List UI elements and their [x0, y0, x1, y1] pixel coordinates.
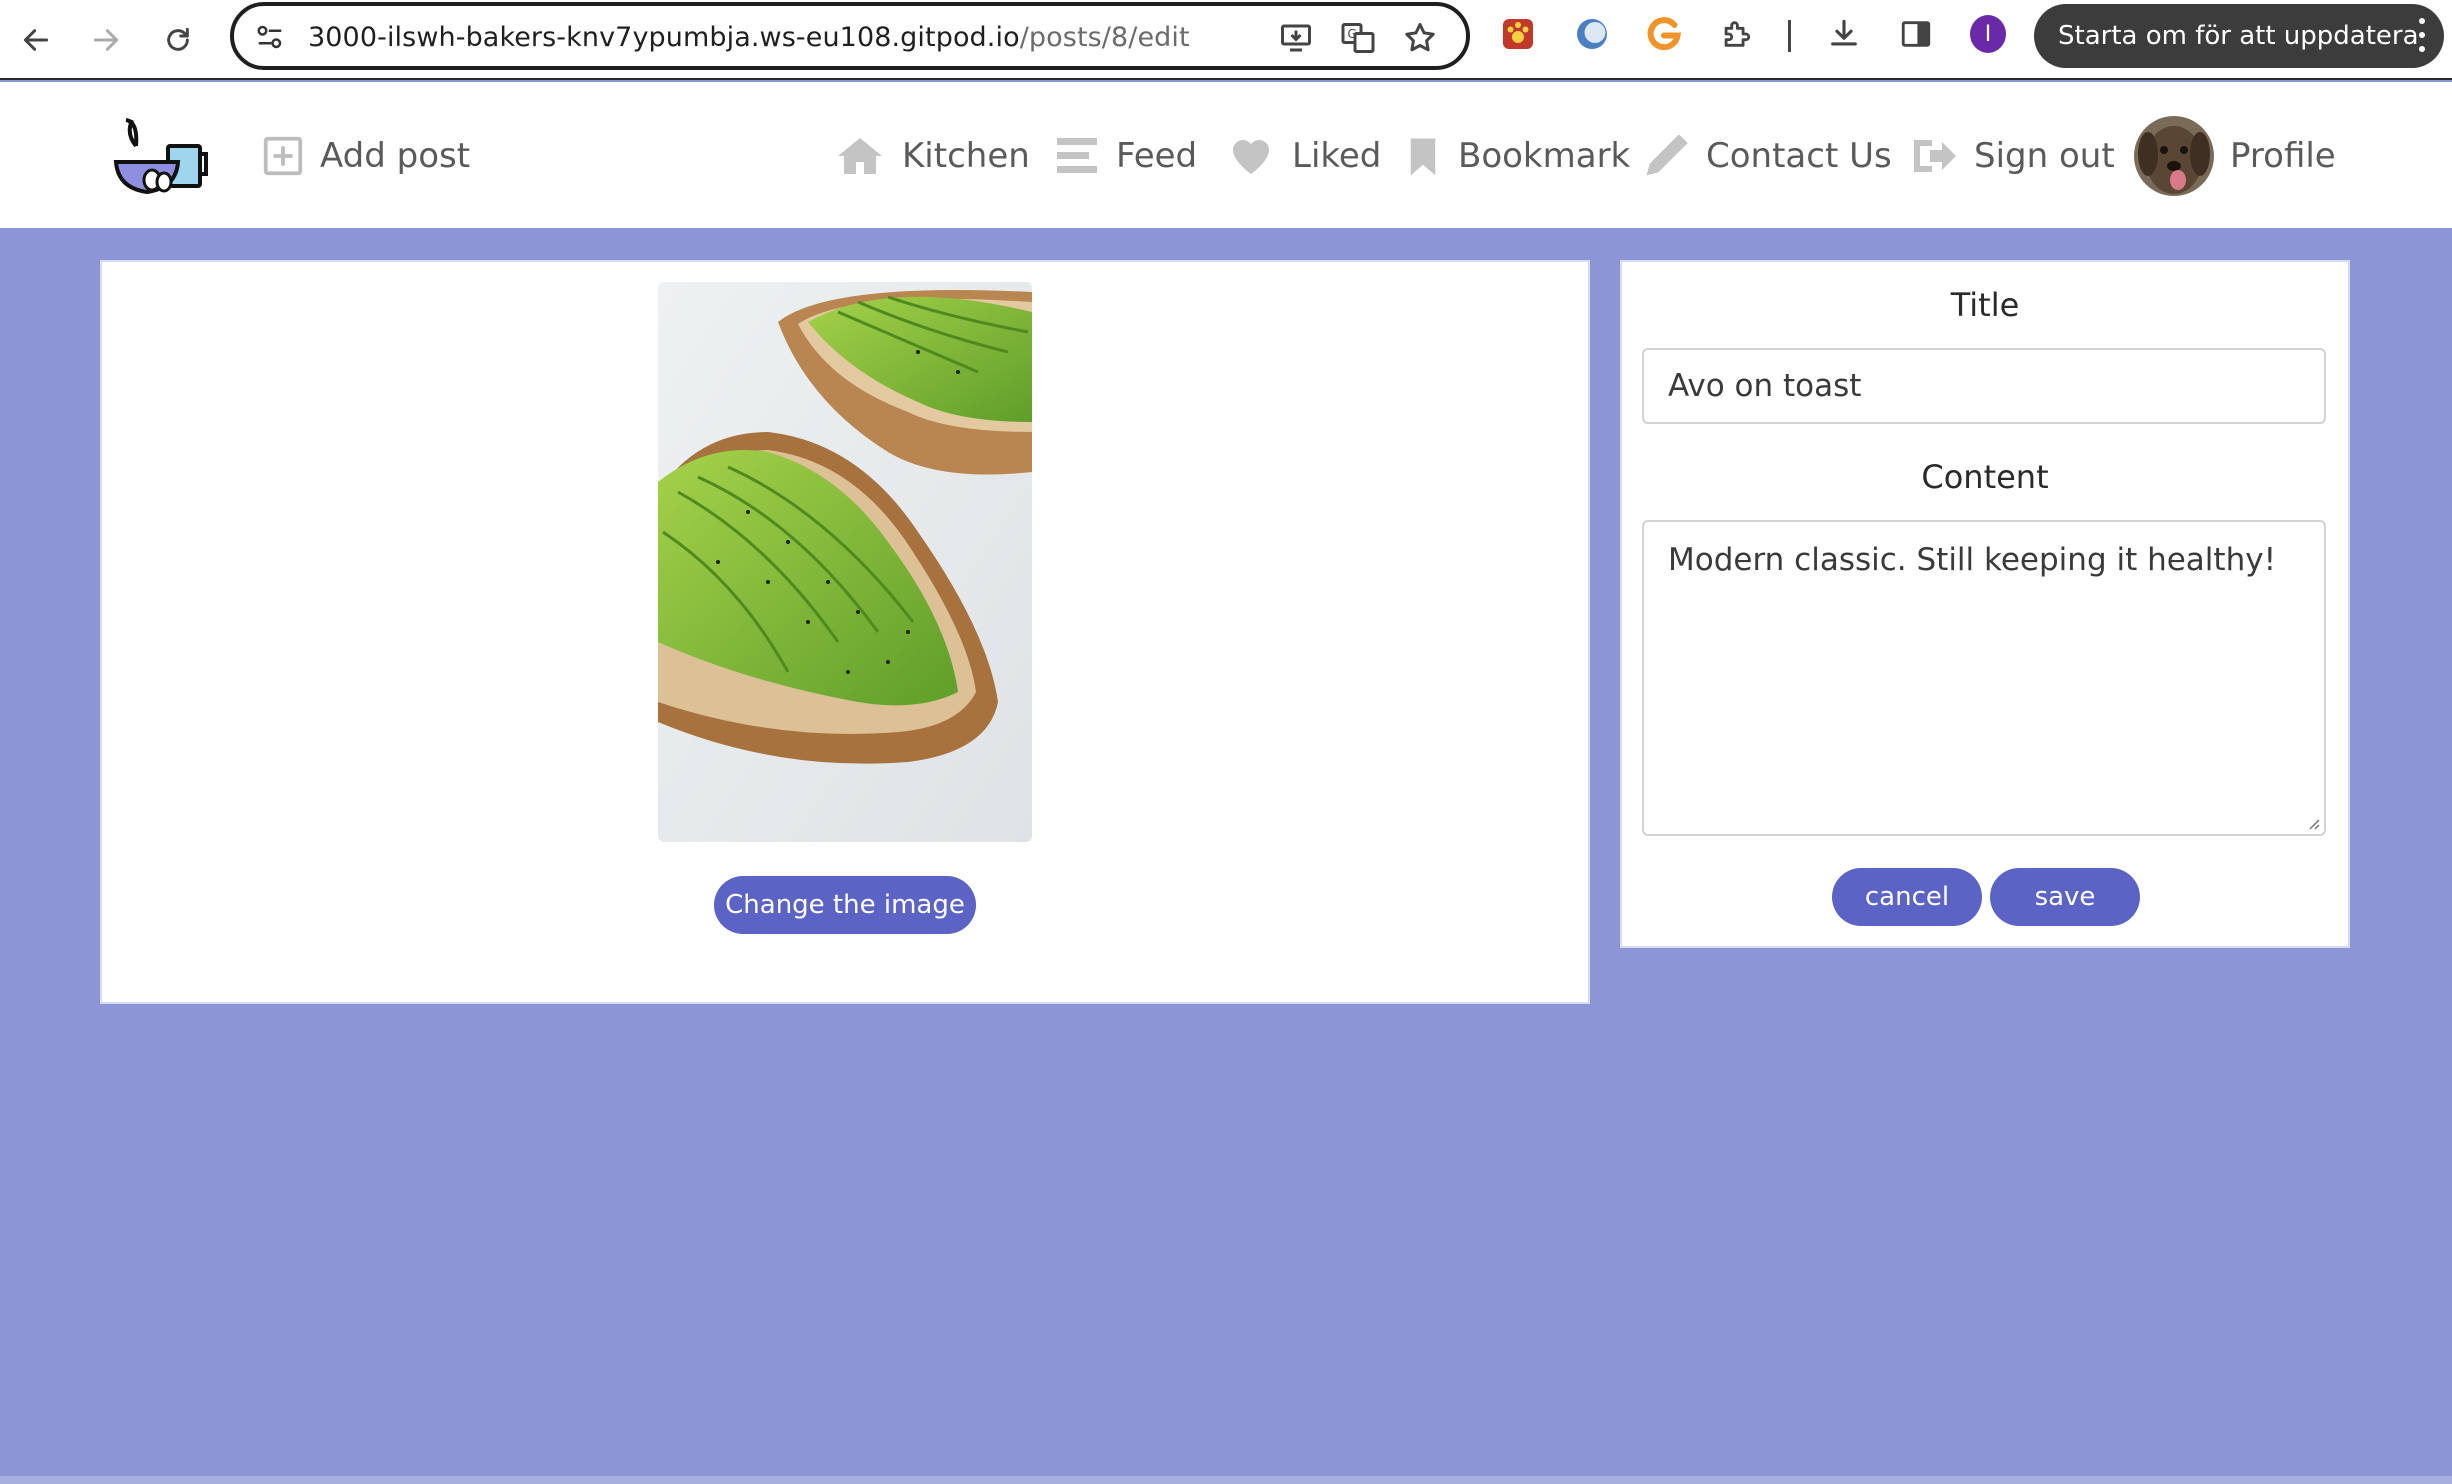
- title-input[interactable]: Avo on toast: [1642, 348, 2326, 424]
- bookmark-icon: [1410, 138, 1436, 176]
- title-label: Title: [1950, 286, 2020, 324]
- svg-text:G: G: [1348, 27, 1357, 41]
- extension-circle[interactable]: [1574, 16, 1610, 52]
- side-panel-icon: [1901, 21, 1931, 47]
- resize-grip-icon[interactable]: [2306, 816, 2320, 830]
- content-textarea-value: Modern classic. Still keeping it healthy…: [1668, 542, 2276, 578]
- nav-liked-label: Liked: [1292, 136, 1382, 176]
- extension-circle-icon: [1577, 19, 1607, 49]
- nav-feed[interactable]: Feed: [1052, 126, 1197, 186]
- nav-signout-label: Sign out: [1974, 136, 2115, 176]
- nav-profile[interactable]: Profile: [2134, 114, 2336, 198]
- nav-contact[interactable]: Contact Us: [1640, 126, 1892, 186]
- add-square-icon: [263, 136, 303, 176]
- nav-bookmark-label: Bookmark: [1458, 136, 1631, 176]
- profile-badge: I: [1970, 15, 2006, 53]
- baking-logo-icon: [113, 118, 208, 195]
- heart-icon: [1233, 139, 1269, 174]
- toolbar-divider: [1788, 20, 1791, 52]
- nav-add-post[interactable]: Add post: [260, 126, 470, 186]
- extension-paw-icon: [1503, 19, 1533, 49]
- extensions-button[interactable]: [1718, 16, 1754, 52]
- bookmark-star-icon[interactable]: [1402, 20, 1438, 56]
- dog-avatar-icon: [2134, 116, 2214, 196]
- cancel-button[interactable]: cancel: [1832, 868, 1982, 926]
- image-panel: Change the image: [100, 260, 1590, 1004]
- site-logo[interactable]: [112, 116, 212, 200]
- forward-button[interactable]: [80, 14, 132, 66]
- nav-signout[interactable]: Sign out: [1908, 126, 2115, 186]
- window-bottom-edge: [0, 1476, 2452, 1484]
- avocado-toast-photo: [658, 282, 1032, 842]
- downloads-icon: [1831, 19, 1857, 46]
- back-button[interactable]: [10, 14, 62, 66]
- url-text[interactable]: 3000-ilswh-bakers-knv7ypumbja.ws-eu108.g…: [308, 22, 1190, 53]
- update-button[interactable]: Starta om för att uppdatera: [2034, 4, 2444, 68]
- pencil-icon: [1646, 134, 1688, 176]
- reload-button[interactable]: [152, 14, 204, 66]
- title-input-value: Avo on toast: [1668, 368, 1862, 404]
- downloads-button[interactable]: [1826, 16, 1862, 52]
- back-icon: [23, 29, 49, 51]
- profile-button[interactable]: I: [1970, 15, 2006, 53]
- translate-icon[interactable]: G: [1340, 20, 1376, 56]
- home-icon: [838, 138, 882, 174]
- forward-icon: [93, 29, 119, 51]
- nav-feed-label: Feed: [1116, 136, 1198, 176]
- site-header: Add post Kitchen Feed Liked Bookmark Con…: [0, 82, 2452, 228]
- url-host: 3000-ilswh-bakers-knv7ypumbja.ws-eu108.g…: [308, 22, 1020, 53]
- install-app-icon[interactable]: [1278, 20, 1314, 56]
- side-panel-button[interactable]: [1898, 16, 1934, 52]
- url-path: /posts/8/edit: [1019, 22, 1190, 53]
- nav-add-post-label: Add post: [320, 136, 471, 176]
- site-settings-icon[interactable]: [254, 22, 286, 52]
- change-image-button[interactable]: Change the image: [714, 876, 976, 934]
- address-bar[interactable]: 3000-ilswh-bakers-knv7ypumbja.ws-eu108.g…: [230, 2, 1470, 70]
- profile-avatar: [2134, 116, 2214, 196]
- content-textarea[interactable]: Modern classic. Still keeping it healthy…: [1642, 520, 2326, 836]
- extensions-puzzle-icon: [1724, 21, 1751, 47]
- save-button[interactable]: save: [1990, 868, 2140, 926]
- post-image: [658, 282, 1032, 842]
- nav-kitchen[interactable]: Kitchen: [832, 126, 1030, 186]
- nav-profile-label: Profile: [2230, 136, 2336, 176]
- nav-kitchen-label: Kitchen: [902, 136, 1030, 176]
- edit-form-panel: Title Avo on toast Content Modern classi…: [1620, 260, 2350, 948]
- nav-contact-label: Contact Us: [1706, 136, 1892, 176]
- nav-liked[interactable]: Liked: [1224, 126, 1381, 186]
- extension-g[interactable]: [1646, 16, 1682, 52]
- reload-icon: [167, 27, 189, 51]
- extension-paw[interactable]: [1500, 16, 1536, 52]
- more-icon: [2418, 18, 2426, 52]
- update-label: Starta om för att uppdatera: [2058, 21, 2419, 51]
- nav-bookmark[interactable]: Bookmark: [1402, 126, 1630, 186]
- content-label: Content: [1921, 458, 2049, 496]
- feed-lines-icon: [1057, 138, 1097, 173]
- extension-g-icon: [1647, 17, 1681, 51]
- browser-toolbar: 3000-ilswh-bakers-knv7ypumbja.ws-eu108.g…: [0, 0, 2452, 80]
- sign-out-icon: [1914, 140, 1956, 172]
